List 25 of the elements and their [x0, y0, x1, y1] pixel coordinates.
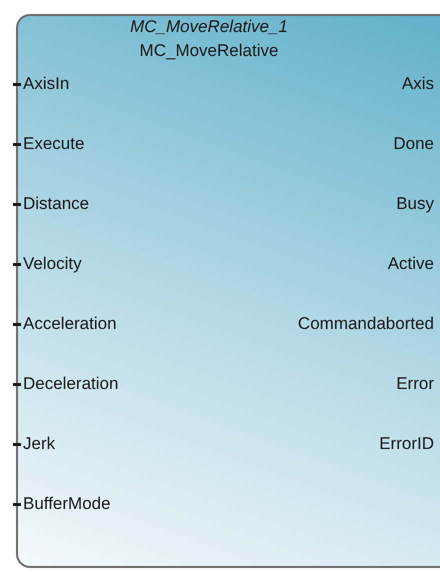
output-label: Busy — [396, 193, 434, 215]
input-pin-icon[interactable] — [13, 202, 21, 206]
input-pin-icon[interactable] — [13, 382, 21, 386]
input-label: Execute — [23, 133, 84, 155]
instance-name: MC_MoveRelative_1 — [130, 16, 289, 38]
output-label: Active — [388, 253, 434, 275]
output-label: Done — [393, 133, 434, 155]
input-label: Deceleration — [23, 373, 118, 395]
input-label: Velocity — [23, 253, 82, 275]
output-label: Commandaborted — [298, 313, 434, 335]
input-label: BufferMode — [23, 493, 111, 515]
input-label: Jerk — [23, 433, 56, 455]
input-pin-icon[interactable] — [13, 82, 21, 86]
input-label: Acceleration — [23, 313, 117, 335]
block-type-name: MC_MoveRelative — [140, 40, 280, 62]
output-label: Axis — [402, 73, 434, 95]
output-label: ErrorID — [379, 433, 434, 455]
input-pin-icon[interactable] — [13, 262, 21, 266]
input-label: AxisIn — [23, 73, 70, 95]
input-pin-icon[interactable] — [13, 322, 21, 326]
input-pin-icon[interactable] — [13, 502, 21, 506]
input-pin-icon[interactable] — [13, 142, 21, 146]
output-label: Error — [396, 373, 434, 395]
input-label: Distance — [23, 193, 90, 215]
input-pin-icon[interactable] — [13, 442, 21, 446]
